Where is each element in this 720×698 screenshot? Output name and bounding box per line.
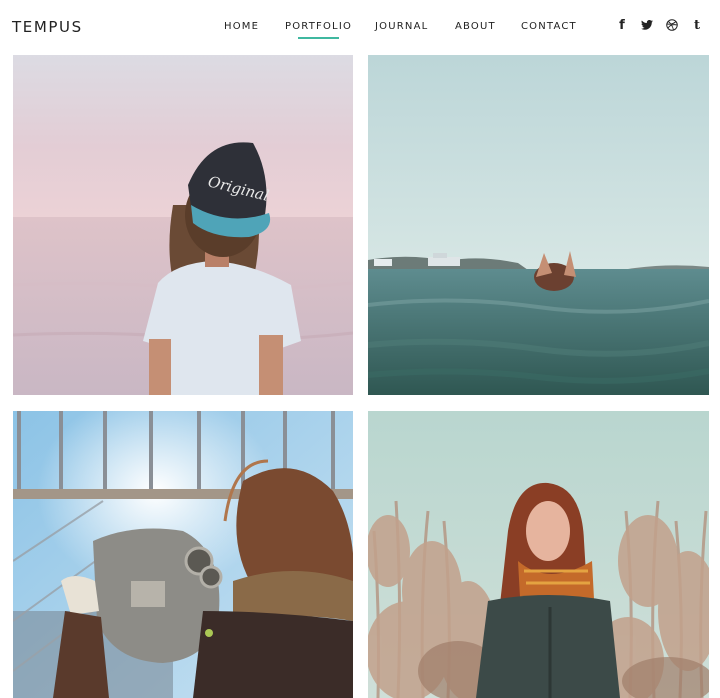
nav-portfolio[interactable]: PORTFOLIO [285,21,352,39]
nav-about[interactable]: ABOUT [455,21,496,32]
photo-swimmer [368,55,709,395]
twitter-icon[interactable] [640,17,654,33]
portfolio-item-4[interactable] [368,411,709,698]
nav-journal[interactable]: JOURNAL [375,21,428,32]
portfolio-item-3[interactable] [13,411,353,698]
portfolio-item-2[interactable] [368,55,709,395]
photo-woman-cap: Original [13,55,353,395]
photo-binoculars [13,411,353,698]
photo-woman-field [368,411,709,698]
facebook-icon[interactable]: f [615,17,629,33]
tumblr-icon[interactable]: t [690,17,704,33]
site-header: TEMPUS HOME PORTFOLIO JOURNAL ABOUT CONT… [0,0,720,55]
nav-contact[interactable]: CONTACT [521,21,577,32]
portfolio-item-1[interactable]: Original [13,55,353,395]
site-logo[interactable]: TEMPUS [12,18,83,36]
dribbble-icon[interactable] [665,17,679,33]
nav-home[interactable]: HOME [224,21,259,32]
